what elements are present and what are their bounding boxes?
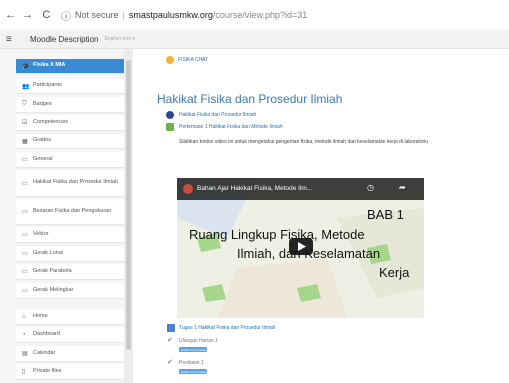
grid-icon: ▦ [22, 138, 28, 145]
assignment-icon [167, 324, 175, 332]
quiz-label[interactable]: Ulangan Harian 1 [179, 338, 218, 344]
url-path[interactable]: /course/view.php?id=31 [213, 10, 307, 20]
folder-icon: ▭ [22, 232, 28, 238]
sidebar-item[interactable]: 👥 Participants [16, 79, 124, 94]
sidebar-item[interactable]: ▦ Grades [16, 134, 124, 149]
sidebar-item[interactable]: ▤ Calendar [16, 346, 124, 362]
sidebar-item-label: Gerak Lurus [33, 249, 64, 256]
sidebar-item-label: Fisika X MIA [33, 62, 66, 69]
main-content: FISIKA CHAT Hakikat Fisika dan Prosedur … [133, 49, 509, 383]
folder-icon: ▭ [22, 288, 28, 294]
play-icon [298, 242, 306, 251]
activity-link[interactable]: Hakikat Fisika dan Prosedur Ilmiah [179, 112, 256, 118]
hidden-badge: Hidden from students [179, 347, 210, 352]
home-icon: ⌂ [22, 313, 26, 320]
sidebar-item-label: Gerak Parabola [33, 267, 72, 274]
check-square-icon: ☑ [22, 120, 28, 126]
top-navbar: ≡ Moodle Description English (en) ▾ [0, 30, 509, 49]
sidebar-item-label: General [33, 155, 53, 162]
folder-icon: ▭ [22, 251, 28, 257]
hidden-badge: Hidden from students [179, 369, 210, 374]
sidebar-item-label: Participants [33, 82, 62, 89]
sidebar-item-label: Badges [33, 100, 52, 107]
sidebar-item[interactable]: ▭ Hakikat Fisika dan Prosedur Ilmiah [16, 170, 124, 197]
play-button[interactable] [289, 238, 313, 255]
chat-icon [166, 56, 174, 64]
watch-later-icon[interactable]: ◷ [367, 183, 374, 192]
sidebar-item-label: Vektor [33, 230, 49, 237]
sidebar-item[interactable]: ⌂ Home [16, 309, 124, 325]
sidebar-item[interactable]: ▭ Gerak Lurus [16, 246, 124, 262]
users-icon: 👥 [22, 83, 30, 90]
browser-address-bar: ← → C ⓘ Not secure | smastpaulusmkw.org … [0, 0, 509, 30]
share-icon[interactable]: ➦ [399, 183, 406, 192]
video-heading-line1: Ruang Lingkup Fisika, Metode [189, 227, 365, 242]
sidebar-item[interactable]: ◔ Dashboard [16, 327, 124, 343]
lesson-icon [166, 111, 174, 119]
quiz-label[interactable]: Penilaian 1 [179, 360, 204, 366]
badge-icon: ⛉ [22, 101, 27, 107]
not-secure-label: Not secure [75, 10, 119, 20]
info-icon[interactable]: ⓘ [61, 8, 71, 23]
sidebar-item-label: Private files [33, 367, 62, 374]
activity-link[interactable]: Pertemuan 1 Hakikat Fisika dan Metode Il… [179, 124, 283, 130]
section-title: Hakikat Fisika dan Prosedur Ilmiah [157, 92, 343, 106]
folder-icon: ▭ [22, 180, 28, 187]
video-chapter: BAB 1 [367, 207, 404, 222]
back-arrow-icon[interactable]: ← [4, 9, 17, 21]
quiz-check-icon: ✔ [167, 337, 173, 344]
sidebar-item[interactable]: ▯ Private files [16, 364, 124, 380]
sidebar-item-label: Grades [33, 137, 52, 144]
site-title[interactable]: Moodle Description [30, 35, 98, 44]
sidebar-item[interactable]: 🎓 Fisika X MIA [16, 59, 124, 74]
sidebar-item[interactable]: ▭ Gerak Melingkar [16, 283, 124, 299]
forward-arrow-icon[interactable]: → [21, 9, 34, 21]
reload-icon[interactable]: C [40, 9, 53, 21]
sidebar-item-label: Calendar [33, 349, 56, 356]
video-player[interactable]: Bahan Ajar Hakikat Fisika, Metode Ilm...… [177, 178, 424, 318]
sidebar-item-label: Competencies [33, 118, 69, 125]
graduation-cap-icon: 🎓 [22, 63, 30, 70]
section-description: Silahkan tonton video ini untuk mengetah… [179, 139, 429, 145]
separator: | [122, 10, 125, 20]
sidebar-item-label: Gerak Melingkar [33, 286, 74, 293]
sidebar-item[interactable]: ⛉ Badges [16, 97, 124, 113]
dashboard-icon: ◔ [22, 331, 26, 338]
sidebar-item-label: Hakikat Fisika dan Prosedur Ilmiah [33, 179, 118, 186]
sidebar-item[interactable]: ▭ General [16, 152, 124, 168]
sidebar-item[interactable]: ▭ Besaran Fisika dan Pengukuran [16, 199, 124, 225]
quiz-check-icon: ✔ [167, 359, 173, 366]
assignment-link[interactable]: Tugas 1 Hakikat Fisika dan Prosedur Ilmi… [179, 325, 276, 331]
hamburger-menu-icon[interactable]: ≡ [6, 34, 20, 45]
video-title[interactable]: Bahan Ajar Hakikat Fisika, Metode Ilm... [197, 185, 312, 192]
page-icon [166, 123, 174, 131]
sidebar-item[interactable]: ☑ Competencies [16, 115, 124, 131]
folder-icon: ▭ [22, 157, 28, 163]
calendar-icon: ▤ [22, 351, 28, 357]
language-selector[interactable]: English (en) ▾ [104, 36, 135, 42]
sidebar-item-label: Dashboard [33, 330, 60, 337]
fisika-chat-link[interactable]: FISIKA CHAT [178, 57, 208, 63]
sidebar-item-label: Home [33, 312, 48, 319]
file-icon: ▯ [22, 369, 26, 375]
sidebar-scrollbar-thumb[interactable] [126, 60, 131, 350]
channel-avatar [183, 184, 193, 194]
sidebar-item[interactable]: ▭ Gerak Parabola [16, 264, 124, 280]
folder-icon: ▭ [22, 269, 28, 275]
video-heading-line3: Kerja [379, 265, 410, 280]
url-domain[interactable]: smastpaulusmkw.org [129, 10, 213, 20]
sidebar-item[interactable]: ▭ Vektor [16, 227, 124, 243]
sidebar-item-label: Besaran Fisika dan Pengukuran [33, 207, 112, 214]
folder-icon: ▭ [22, 209, 28, 215]
